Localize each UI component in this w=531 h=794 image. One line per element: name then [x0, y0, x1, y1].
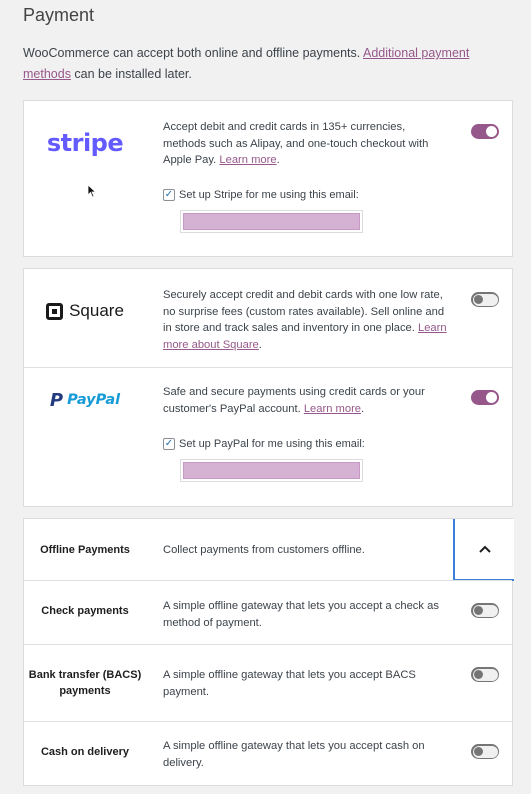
toggle-knob [474, 747, 483, 756]
checkbox-checked-icon[interactable]: ✓ [163, 438, 175, 450]
toggle-knob [486, 126, 497, 137]
collapse-offline-button[interactable] [453, 519, 514, 581]
stripe-email-field[interactable] [180, 210, 363, 233]
paypal-row: P PayPal Safe and secure payments using … [24, 367, 512, 508]
square-logo-icon [46, 302, 64, 320]
square-row: Square Securely accept credit and debit … [24, 269, 512, 367]
check-payments-row: Check payments A simple offline gateway … [24, 580, 512, 644]
paypal-description: Safe and secure payments using credit ca… [163, 386, 425, 415]
stripe-logo-text: stripe [46, 129, 124, 157]
gateway-label: Cash on delivery [40, 746, 130, 758]
square-description-text: Securely accept credit and debit cards w… [163, 289, 445, 334]
cash-on-delivery-row: Cash on delivery A simple offline gatewa… [24, 721, 512, 787]
intro-text-start: WooCommerce can accept both online and o… [23, 46, 364, 60]
gateway-label: Bank transfer (BACS) payments [28, 669, 142, 697]
bacs-toggle[interactable] [471, 667, 499, 682]
bacs-row: Bank transfer (BACS) payments A simple o… [24, 644, 512, 721]
paypal-description-text: Safe and secure payments using credit ca… [163, 386, 425, 415]
square-logo-text: Square [69, 301, 124, 320]
offline-payments-description: Collect payments from customers offline. [163, 544, 365, 556]
offline-payments-header: Offline Payments Collect payments from c… [24, 519, 514, 581]
paypal-logo-text: PayPal [67, 392, 121, 408]
gateway-description: A simple offline gateway that lets you a… [163, 600, 439, 629]
stripe-card: stripe Accept debit and credit cards in … [23, 100, 513, 257]
gateway-description: A simple offline gateway that lets you a… [163, 740, 425, 769]
toggle-knob [486, 392, 497, 403]
gateway-description: A simple offline gateway that lets you a… [163, 669, 416, 698]
paypal-email-field[interactable] [180, 459, 363, 482]
paypal-logo-icon: P [49, 389, 64, 411]
stripe-description-text: Accept debit and credit cards in 135+ cu… [163, 121, 429, 166]
paypal-logo: P PayPal [24, 380, 146, 420]
square-description: Securely accept credit and debit cards w… [163, 289, 447, 351]
cash-on-delivery-toggle[interactable] [471, 744, 499, 759]
page-title: Payment [23, 5, 95, 25]
redacted-email [183, 462, 360, 479]
toggle-knob [474, 606, 483, 615]
paypal-checkbox-label: Set up PayPal for me using this email: [179, 438, 365, 450]
stripe-learn-more-link[interactable]: Learn more [219, 154, 276, 166]
gateway-label: Check payments [41, 605, 129, 617]
chevron-up-icon [478, 545, 491, 553]
stripe-description: Accept debit and credit cards in 135+ cu… [163, 121, 429, 166]
paypal-learn-more-link[interactable]: Learn more [304, 403, 361, 415]
checkbox-checked-icon[interactable]: ✓ [163, 189, 175, 201]
mouse-cursor-icon [87, 184, 97, 198]
stripe-setup-checkbox[interactable]: ✓ Set up Stripe for me using this email: [163, 189, 359, 201]
stripe-toggle[interactable] [471, 124, 499, 139]
check-payments-toggle[interactable] [471, 603, 499, 618]
stripe-checkbox-label: Set up Stripe for me using this email: [179, 189, 359, 201]
redacted-email [183, 213, 360, 230]
offline-payments-card: Offline Payments Collect payments from c… [23, 518, 514, 787]
stripe-logo: stripe [24, 123, 146, 163]
toggle-knob [474, 670, 483, 679]
paypal-setup-checkbox[interactable]: ✓ Set up PayPal for me using this email: [163, 438, 365, 450]
square-toggle[interactable] [471, 292, 499, 307]
intro-text: WooCommerce can accept both online and o… [23, 43, 493, 85]
square-logo: Square [24, 291, 146, 331]
paypal-toggle[interactable] [471, 390, 499, 405]
toggle-knob [474, 295, 483, 304]
square-paypal-card: Square Securely accept credit and debit … [23, 268, 513, 507]
intro-text-end: can be installed later. [70, 67, 192, 81]
offline-payments-label: Offline Payments [40, 544, 130, 556]
